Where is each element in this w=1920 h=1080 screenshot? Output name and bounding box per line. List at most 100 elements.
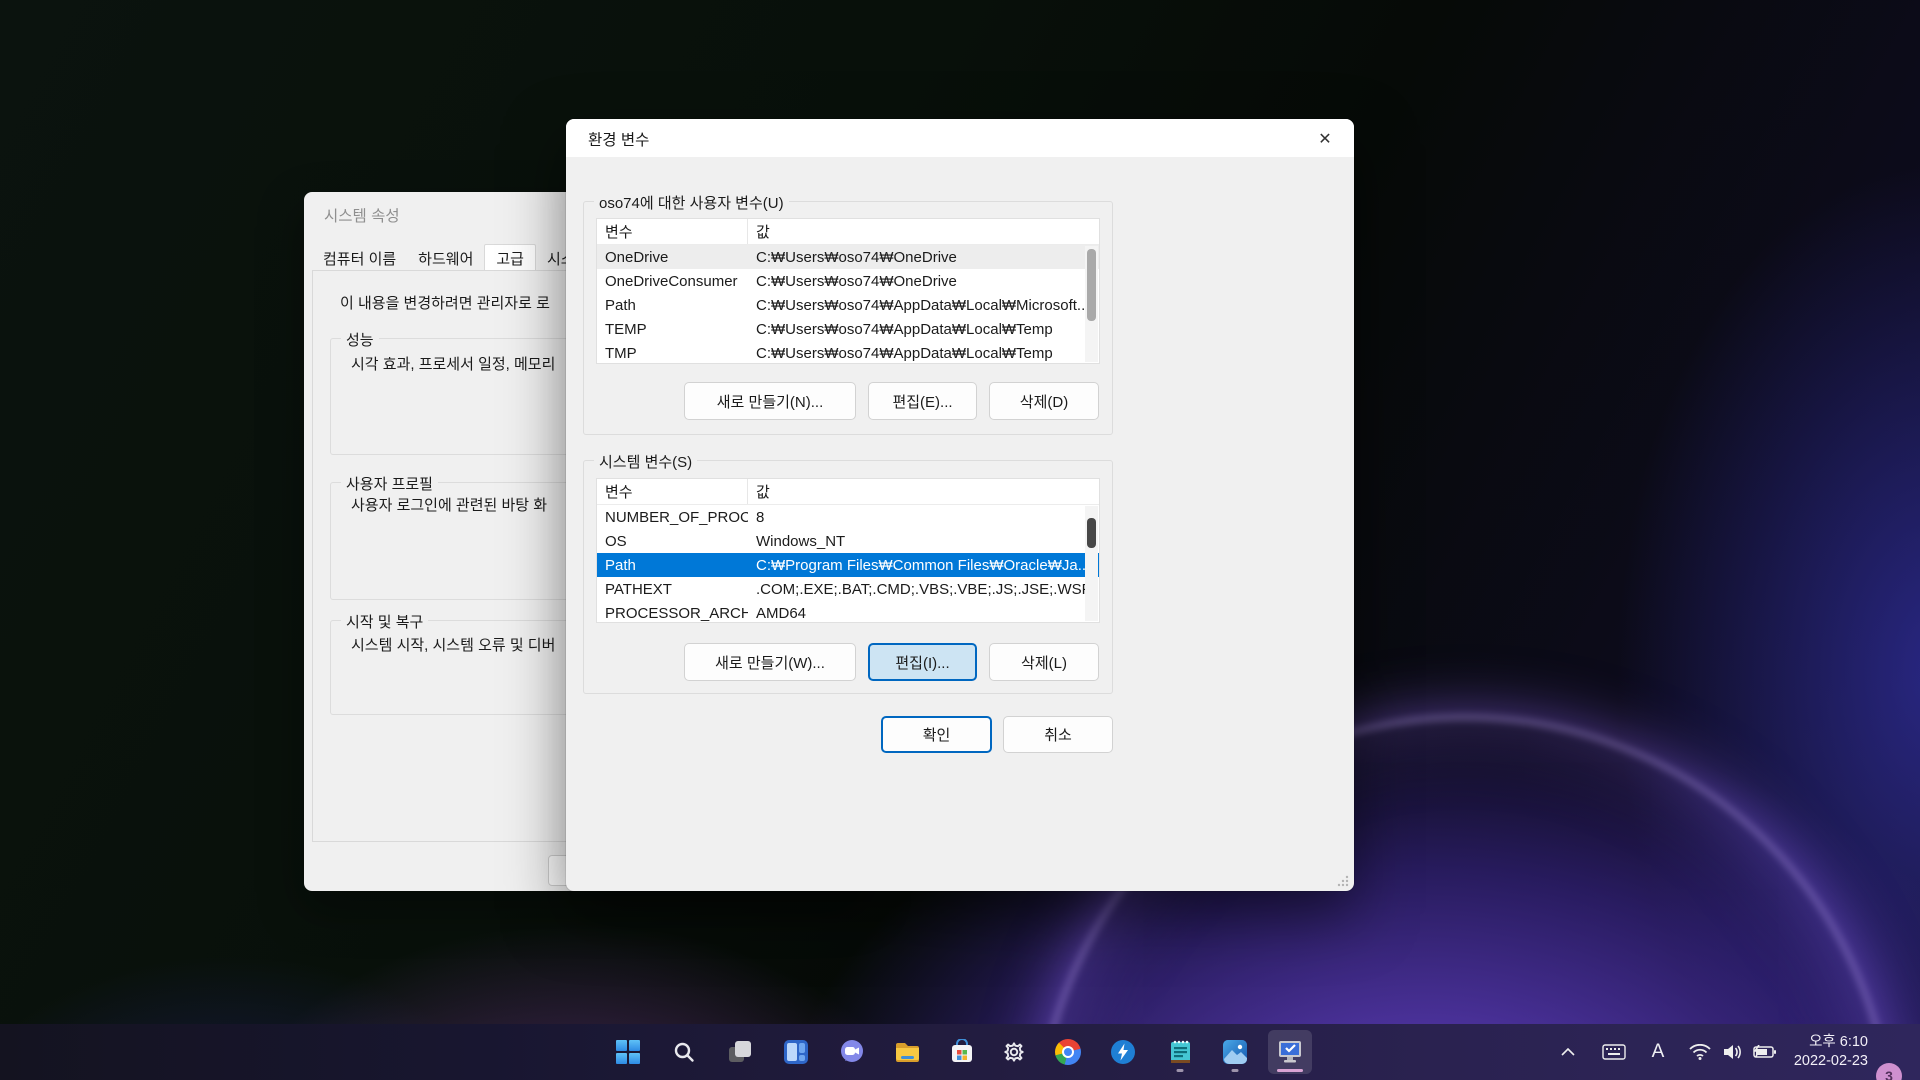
- wifi-button[interactable]: [1684, 1038, 1716, 1066]
- microsoft-store-icon: [949, 1039, 975, 1065]
- env-dialog-titlebar[interactable]: 환경 변수 ✕: [566, 119, 1354, 157]
- active-indicator: [1277, 1069, 1303, 1072]
- user-delete-button[interactable]: 삭제(D): [989, 382, 1099, 420]
- performance-desc: 시각 효과, 프로세서 일정, 메모리: [351, 353, 555, 374]
- ok-button[interactable]: 확인: [881, 716, 992, 753]
- screen: 시스템 속성 컴퓨터 이름 하드웨어 고급 시스 이 내용을 변경하려면 관리자…: [0, 0, 1920, 1080]
- row-name: Path: [597, 557, 748, 574]
- row-name: OS: [597, 533, 748, 550]
- wifi-icon: [1689, 1044, 1711, 1060]
- close-icon[interactable]: ✕: [1310, 125, 1340, 153]
- search-icon: [672, 1040, 696, 1064]
- tab-advanced[interactable]: 고급: [484, 244, 536, 271]
- table-row[interactable]: PATHEXT .COM;.EXE;.BAT;.CMD;.VBS;.VBE;.J…: [597, 577, 1099, 601]
- row-value: C:₩Users₩oso74₩AppData₩Local₩Temp: [748, 345, 1099, 362]
- column-header-value[interactable]: 값: [748, 481, 1099, 502]
- clock-date: 2022-02-23: [1794, 1052, 1868, 1071]
- cancel-button[interactable]: 취소: [1003, 716, 1113, 753]
- table-row[interactable]: OneDrive C:₩Users₩oso74₩OneDrive: [597, 245, 1099, 269]
- row-name: OneDrive: [597, 249, 748, 266]
- file-explorer-icon: [894, 1039, 921, 1066]
- system-properties-icon: [1276, 1039, 1304, 1065]
- notification-badge[interactable]: 3: [1876, 1063, 1902, 1080]
- table-row[interactable]: OS Windows_NT: [597, 529, 1099, 553]
- microsoft-store-button[interactable]: [940, 1030, 984, 1074]
- user-table-scrollbar[interactable]: [1085, 246, 1098, 362]
- tab-computer-name[interactable]: 컴퓨터 이름: [312, 246, 407, 271]
- settings-button[interactable]: [992, 1030, 1036, 1074]
- column-header-variable[interactable]: 변수: [597, 479, 748, 504]
- tab-hardware[interactable]: 하드웨어: [407, 246, 484, 271]
- system-table-header[interactable]: 변수 값: [597, 479, 1099, 505]
- lightning-app-button[interactable]: [1101, 1030, 1145, 1074]
- file-explorer-button[interactable]: [885, 1030, 929, 1074]
- environment-variables-dialog: 환경 변수 ✕ oso74에 대한 사용자 변수(U) 변수 값 OneDriv…: [566, 119, 1354, 891]
- chrome-button[interactable]: [1046, 1030, 1090, 1074]
- scrollbar-thumb[interactable]: [1087, 518, 1096, 548]
- table-row[interactable]: OneDriveConsumer C:₩Users₩oso74₩OneDrive: [597, 269, 1099, 293]
- scrollbar-thumb[interactable]: [1087, 249, 1096, 321]
- table-row[interactable]: NUMBER_OF_PROC... 8: [597, 505, 1099, 529]
- row-value: C:₩Program Files₩Common Files₩Oracle₩Ja.…: [748, 557, 1099, 574]
- photos-icon: [1222, 1039, 1248, 1065]
- resize-grip[interactable]: [1336, 874, 1349, 887]
- row-name: PROCESSOR_ARCH...: [597, 605, 748, 622]
- row-value: .COM;.EXE;.BAT;.CMD;.VBS;.VBE;.JS;.JSE;.…: [748, 581, 1099, 598]
- row-name: PATHEXT: [597, 581, 748, 598]
- dialog-title: 환경 변수: [588, 128, 649, 150]
- system-properties-taskbar-button[interactable]: [1268, 1030, 1312, 1074]
- battery-button[interactable]: [1748, 1038, 1782, 1066]
- table-row[interactable]: PROCESSOR_ARCH... AMD64: [597, 601, 1099, 623]
- system-edit-button[interactable]: 편집(I)...: [868, 643, 977, 681]
- row-value: C:₩Users₩oso74₩AppData₩Local₩Temp: [748, 321, 1099, 338]
- user-new-button[interactable]: 새로 만들기(N)...: [684, 382, 856, 420]
- table-row[interactable]: TEMP C:₩Users₩oso74₩AppData₩Local₩Temp: [597, 317, 1099, 341]
- window-title: 시스템 속성: [324, 204, 400, 226]
- settings-gear-icon: [1001, 1039, 1027, 1065]
- row-value: C:₩Users₩oso74₩OneDrive: [748, 249, 1099, 266]
- row-value: C:₩Users₩oso74₩AppData₩Local₩Microsoft..…: [748, 297, 1099, 314]
- column-header-variable[interactable]: 변수: [597, 219, 748, 244]
- clock[interactable]: 오후 6:10 2022-02-23: [1794, 1033, 1868, 1071]
- row-name: TMP: [597, 345, 748, 362]
- user-profiles-group-label: 사용자 프로필: [341, 473, 438, 494]
- photos-button[interactable]: [1213, 1030, 1257, 1074]
- clock-time: 오후 6:10: [1794, 1033, 1868, 1052]
- row-value: AMD64: [748, 605, 1099, 622]
- chrome-icon: [1055, 1039, 1081, 1065]
- system-table-scrollbar[interactable]: [1085, 506, 1098, 621]
- chat-button[interactable]: [830, 1030, 874, 1074]
- system-variables-table: 변수 값 NUMBER_OF_PROC... 8 OS Windows_NT P…: [596, 478, 1100, 623]
- notepad-icon: [1168, 1039, 1193, 1065]
- task-view-button[interactable]: [718, 1030, 762, 1074]
- table-row[interactable]: TMP C:₩Users₩oso74₩AppData₩Local₩Temp: [597, 341, 1099, 364]
- volume-button[interactable]: [1716, 1038, 1748, 1066]
- user-edit-button[interactable]: 편집(E)...: [868, 382, 977, 420]
- chevron-up-icon: [1561, 1048, 1575, 1056]
- table-row-selected[interactable]: Path C:₩Program Files₩Common Files₩Oracl…: [597, 553, 1099, 577]
- column-header-value[interactable]: 값: [748, 221, 1099, 242]
- system-variables-group-label: 시스템 변수(S): [594, 451, 697, 472]
- system-new-button[interactable]: 새로 만들기(W)...: [684, 643, 856, 681]
- widgets-button[interactable]: [774, 1030, 818, 1074]
- row-name: Path: [597, 297, 748, 314]
- battery-charging-icon: [1753, 1045, 1777, 1059]
- running-indicator: [1232, 1069, 1239, 1072]
- search-button[interactable]: [662, 1030, 706, 1074]
- notepad-button[interactable]: [1158, 1030, 1202, 1074]
- system-delete-button[interactable]: 삭제(L): [989, 643, 1099, 681]
- chat-icon: [839, 1039, 865, 1065]
- user-variables-table: 변수 값 OneDrive C:₩Users₩oso74₩OneDrive On…: [596, 218, 1100, 364]
- start-button[interactable]: [606, 1030, 650, 1074]
- row-value: Windows_NT: [748, 533, 1099, 550]
- lightning-app-icon: [1110, 1039, 1136, 1065]
- system-variables-group: 시스템 변수(S) 변수 값 NUMBER_OF_PROC... 8 OS Wi…: [583, 460, 1113, 694]
- user-variables-group: oso74에 대한 사용자 변수(U) 변수 값 OneDrive C:₩Use…: [583, 201, 1113, 435]
- system-properties-tabs: 컴퓨터 이름 하드웨어 고급 시스: [312, 244, 586, 271]
- table-row[interactable]: Path C:₩Users₩oso74₩AppData₩Local₩Micros…: [597, 293, 1099, 317]
- ime-mode-button[interactable]: A: [1644, 1038, 1672, 1066]
- user-table-header[interactable]: 변수 값: [597, 219, 1099, 245]
- touch-keyboard-button[interactable]: [1599, 1038, 1629, 1066]
- tray-chevron-button[interactable]: [1554, 1038, 1582, 1066]
- row-name: OneDriveConsumer: [597, 273, 748, 290]
